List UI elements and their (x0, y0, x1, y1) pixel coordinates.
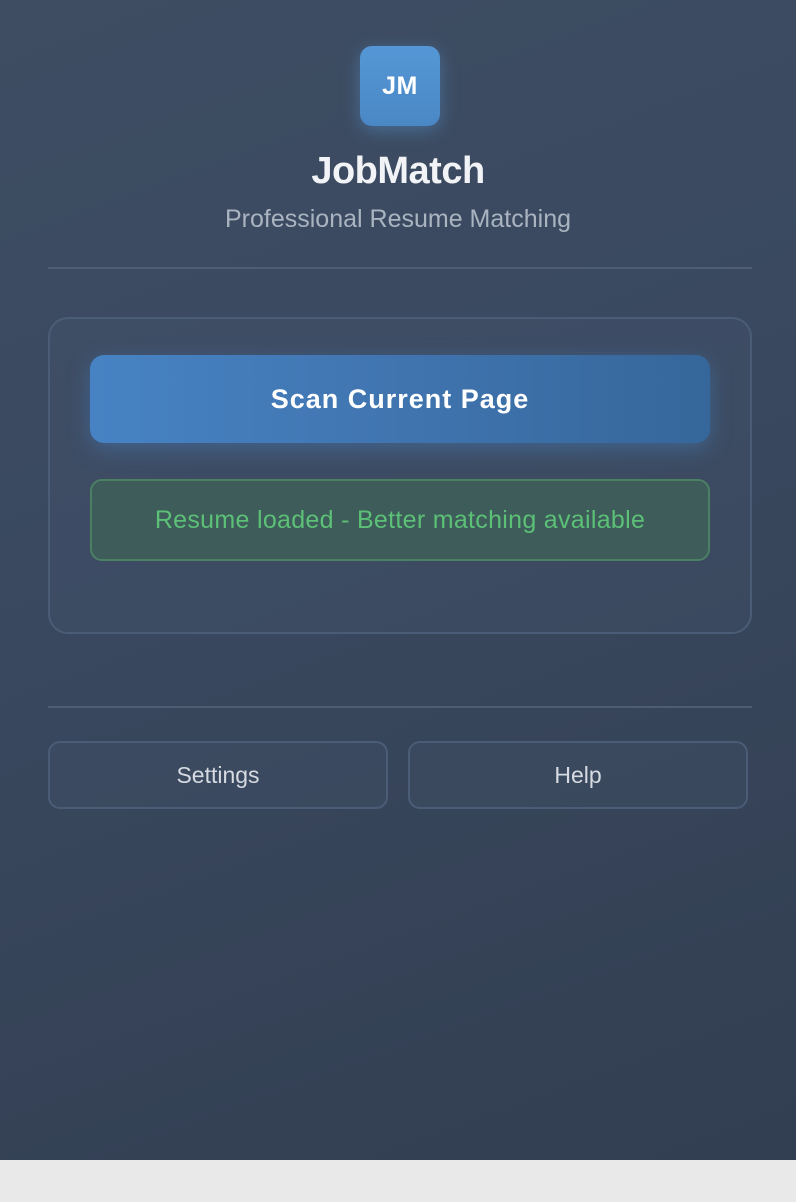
settings-button[interactable]: Settings (48, 741, 388, 809)
status-message: Resume loaded - Better matching availabl… (90, 479, 710, 561)
app-logo: JM (360, 46, 440, 126)
scan-current-page-button[interactable]: Scan Current Page (90, 355, 710, 443)
status-text: Resume loaded - Better matching availabl… (154, 505, 646, 534)
app-subtitle: Professional Resume Matching (225, 205, 571, 233)
header-divider (48, 267, 752, 269)
footer-divider (48, 706, 752, 708)
logo-text: JM (382, 71, 418, 100)
extension-popup: JM JobMatch Professional Resume Matching… (0, 0, 796, 1160)
app-title: JobMatch (311, 150, 485, 192)
help-button[interactable]: Help (408, 741, 748, 809)
